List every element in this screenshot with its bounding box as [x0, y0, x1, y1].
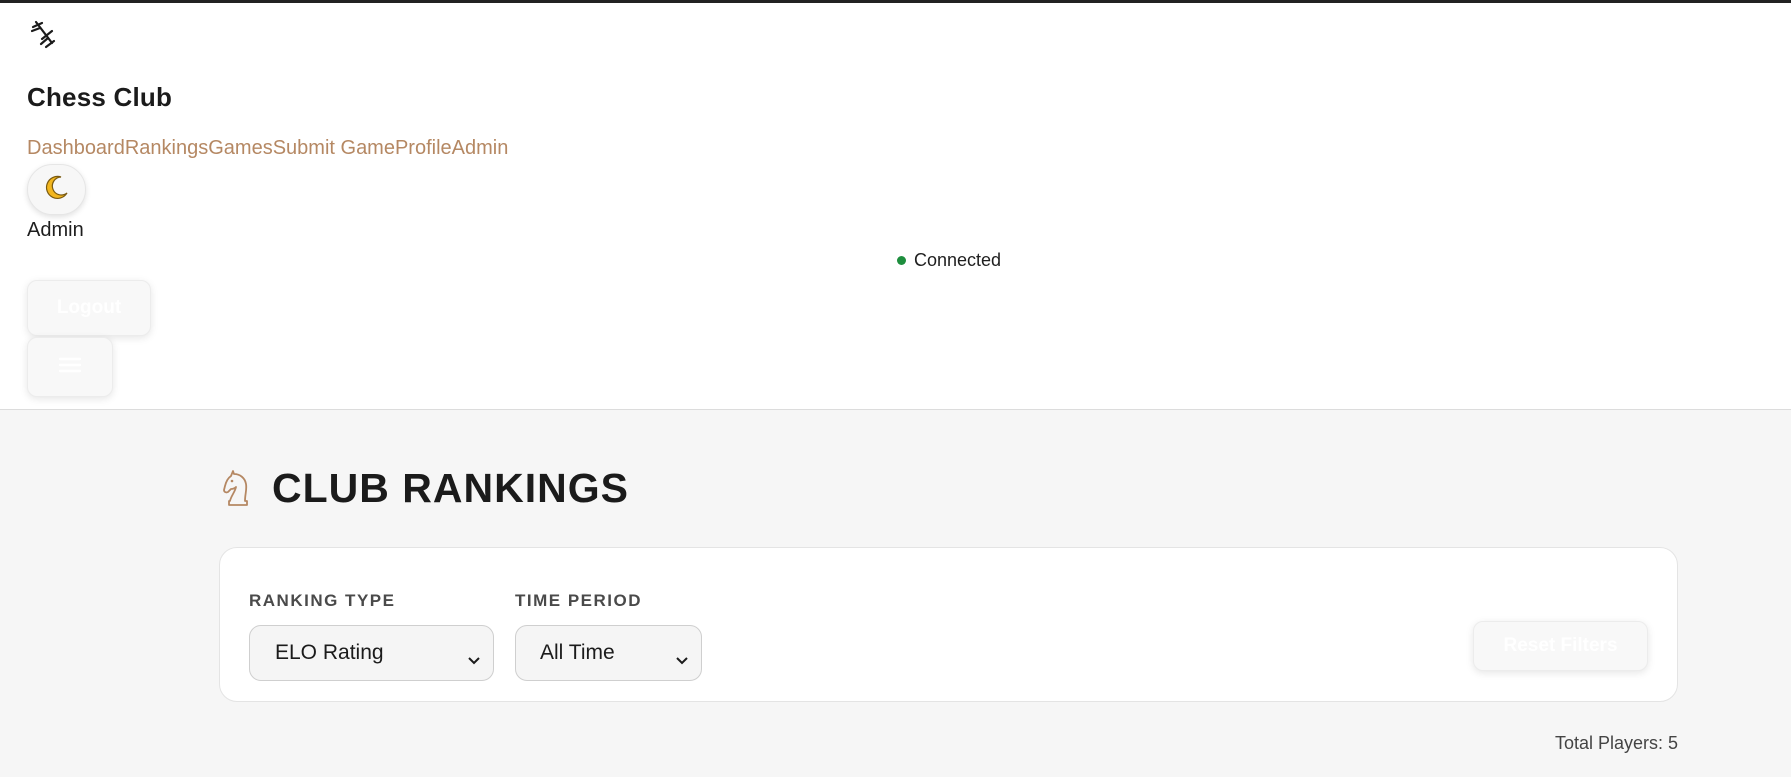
ranking-type-value: ELO Rating [275, 641, 384, 664]
chevron-down-icon [675, 648, 689, 665]
hamburger-menu-icon [58, 356, 82, 379]
user-name: Admin [27, 219, 84, 241]
brand-title: Chess Club [27, 82, 173, 112]
status-dot-icon [897, 256, 906, 265]
chevron-down-icon [467, 648, 481, 665]
connection-status: Connected [897, 250, 1001, 271]
nav-profile[interactable]: Profile [395, 137, 452, 160]
ranking-type-label: RANKING TYPE [249, 591, 396, 610]
ranking-type-select[interactable]: ELO Rating [249, 625, 494, 681]
nav-dashboard[interactable]: Dashboard [27, 137, 125, 160]
time-period-select[interactable]: All Time [515, 625, 702, 681]
logout-button[interactable]: Logout [27, 280, 151, 336]
knight-icon [220, 469, 256, 508]
site-header: Chess Club Dashboard Rankings Games Subm… [0, 3, 1791, 410]
nav-submit-game[interactable]: Submit Game [273, 137, 395, 160]
nav-rankings[interactable]: Rankings [125, 137, 208, 160]
menu-toggle-button[interactable] [27, 337, 113, 397]
rankings-page: CLUB RANKINGS RANKING TYPE ELO Rating TI… [0, 411, 1791, 777]
nav-games[interactable]: Games [208, 137, 272, 160]
total-players-count: Total Players: 5 [1554, 733, 1678, 753]
page-title: CLUB RANKINGS [272, 465, 629, 511]
reset-filters-button[interactable]: Reset Filters [1473, 621, 1648, 671]
time-period-filter: TIME PERIOD All Time [515, 591, 702, 681]
ranking-type-filter: RANKING TYPE ELO Rating [249, 591, 494, 681]
filters-card: RANKING TYPE ELO Rating TIME PERIOD All … [219, 547, 1678, 702]
chess-pieces-icon[interactable] [28, 17, 60, 51]
page-header: CLUB RANKINGS [220, 465, 629, 512]
nav-admin[interactable]: Admin [452, 137, 509, 160]
time-period-label: TIME PERIOD [515, 591, 643, 610]
theme-toggle-button[interactable] [27, 164, 86, 215]
main-nav: Dashboard Rankings Games Submit Game Pro… [27, 137, 508, 160]
time-period-value: All Time [540, 641, 615, 664]
crescent-moon-icon [44, 174, 70, 205]
connection-status-text: Connected [914, 250, 1002, 270]
